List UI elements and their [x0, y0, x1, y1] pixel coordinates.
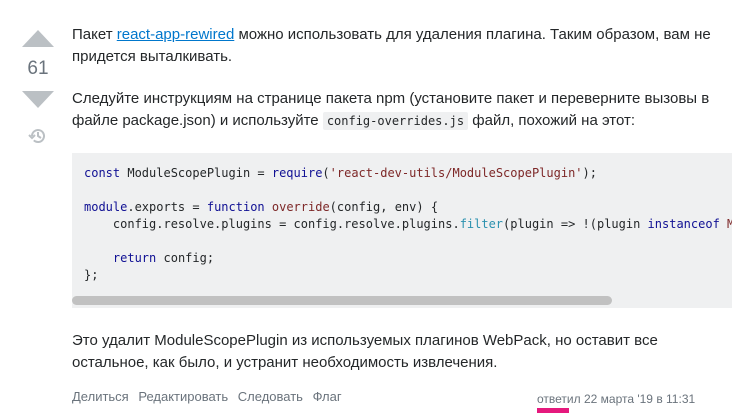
horizontal-scrollbar[interactable] [72, 294, 732, 306]
answered-timestamp: ответил 22 марта '19 в 11:31 [537, 392, 696, 406]
text: файл, похожий на этот: [468, 112, 636, 129]
history-icon[interactable] [28, 126, 48, 146]
answer-body: Пакет react-app-rewired можно использова… [72, 24, 732, 374]
arrow-down-icon[interactable] [22, 91, 54, 108]
vote-count: 61 [27, 58, 49, 79]
answer-paragraph: Следуйте инструкциям на странице пакета … [72, 88, 732, 132]
flag-link[interactable]: Флаг [313, 389, 342, 404]
answer-paragraph: Пакет react-app-rewired можно использова… [72, 24, 732, 68]
follow-link[interactable]: Следовать [238, 389, 303, 404]
inline-code: config-overrides.js [322, 112, 469, 130]
code-block: const ModuleScopePlugin = require('react… [72, 153, 732, 308]
text: Пакет [72, 26, 117, 43]
vote-column: 61 [18, 30, 58, 146]
arrow-up-icon[interactable] [22, 30, 54, 47]
avatar[interactable] [537, 408, 569, 413]
post-menu: Делиться Редактировать Следовать Флаг [72, 389, 348, 404]
answer-paragraph: Это удалит ModuleScopePlugin из использу… [72, 332, 658, 371]
code-content: const ModuleScopePlugin = require('react… [84, 166, 732, 282]
package-link[interactable]: react-app-rewired [117, 26, 235, 43]
scrollbar-thumb[interactable] [72, 296, 612, 305]
share-link[interactable]: Делиться [72, 389, 129, 404]
edit-link[interactable]: Редактировать [138, 389, 228, 404]
